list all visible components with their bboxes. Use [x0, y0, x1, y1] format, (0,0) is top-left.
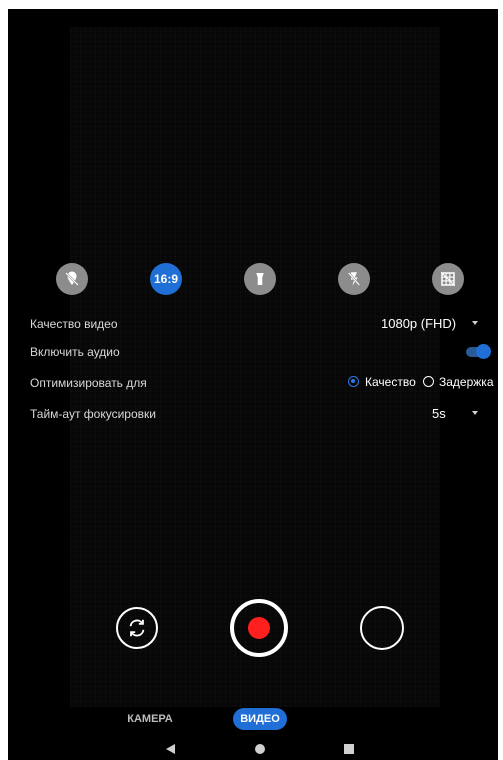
- video-quality-dropdown[interactable]: 1080p (FHD): [381, 316, 456, 331]
- nav-back-icon[interactable]: [166, 744, 175, 754]
- record-icon: [248, 617, 270, 639]
- focus-timeout-dropdown[interactable]: 5s: [432, 406, 446, 421]
- focus-timeout-label: Тайм-аут фокусировки: [30, 407, 156, 421]
- aspect-ratio-label: 16:9: [153, 272, 179, 286]
- camera-screen: 16:9 Качество видео 1080p (FHD) Включить…: [8, 9, 498, 760]
- switch-camera-icon: [129, 619, 145, 637]
- radio-latency[interactable]: [423, 376, 434, 387]
- chevron-down-icon[interactable]: [472, 321, 478, 325]
- location-off-icon: [65, 271, 79, 286]
- nav-recents-icon[interactable]: [344, 744, 354, 754]
- flash-off-icon: [347, 272, 361, 286]
- record-button[interactable]: [230, 599, 288, 657]
- torch-button[interactable]: [244, 263, 276, 295]
- switch-camera-button[interactable]: [116, 607, 158, 649]
- nav-home-icon[interactable]: [255, 744, 265, 754]
- audio-toggle[interactable]: [476, 344, 491, 359]
- location-off-button[interactable]: [56, 263, 88, 295]
- enable-audio-label: Включить аудио: [30, 345, 120, 359]
- tab-video[interactable]: ВИДЕО: [233, 708, 287, 730]
- radio-latency-label[interactable]: Задержка: [439, 375, 494, 389]
- gallery-thumbnail[interactable]: [360, 606, 404, 650]
- grid-off-icon: [440, 271, 456, 287]
- tab-camera[interactable]: КАМЕРА: [118, 708, 182, 730]
- radio-quality-label[interactable]: Качество: [365, 375, 416, 389]
- grid-off-button[interactable]: [432, 263, 464, 295]
- chevron-down-icon[interactable]: [472, 411, 478, 415]
- torch-icon: [256, 273, 264, 285]
- radio-quality[interactable]: [348, 376, 359, 387]
- optimize-for-label: Оптимизировать для: [30, 376, 147, 390]
- flash-off-button[interactable]: [338, 263, 370, 295]
- video-quality-label: Качество видео: [30, 317, 118, 331]
- aspect-ratio-button[interactable]: 16:9: [150, 263, 182, 295]
